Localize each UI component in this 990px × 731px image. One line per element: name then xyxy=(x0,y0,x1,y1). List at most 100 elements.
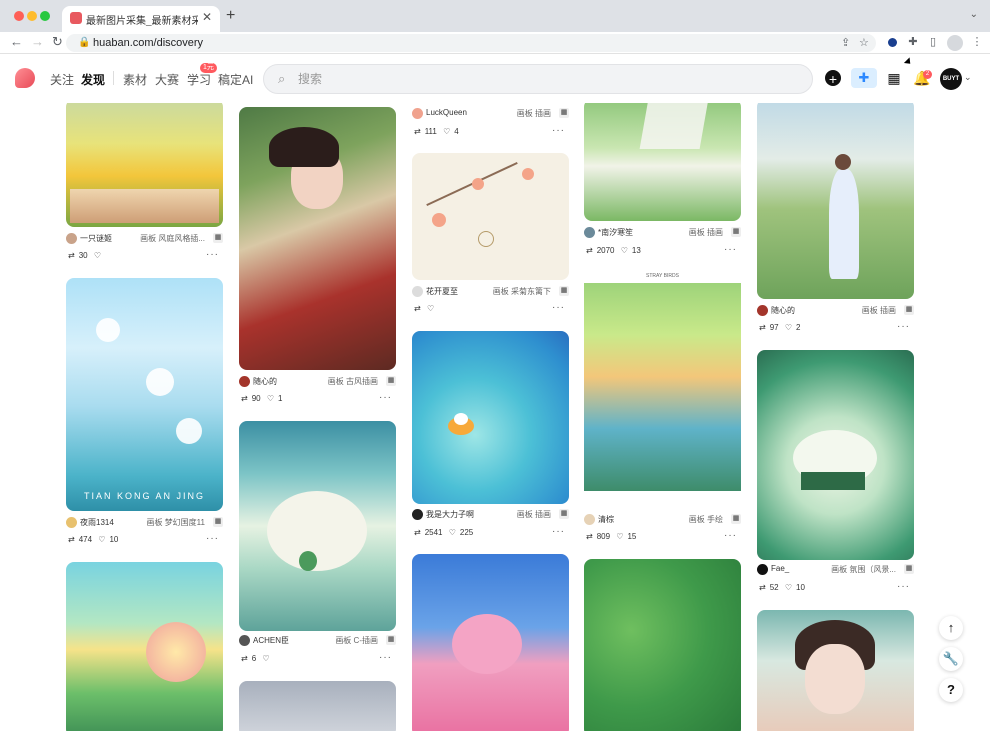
back-icon[interactable]: ← xyxy=(10,34,23,49)
help-question-icon[interactable]: ? xyxy=(939,678,963,702)
save-icon[interactable]: ⇄ xyxy=(241,654,248,663)
author-name[interactable]: 随心的 xyxy=(771,305,795,316)
author-avatar[interactable] xyxy=(412,509,423,520)
more-options-icon[interactable]: ··· xyxy=(379,652,392,663)
search-input[interactable] xyxy=(298,65,778,93)
forward-icon[interactable]: → xyxy=(31,34,44,49)
author-name[interactable]: Fae_ xyxy=(771,564,789,573)
pin-image-hillgirl[interactable] xyxy=(757,103,914,299)
more-options-icon[interactable]: ··· xyxy=(552,125,565,136)
pin-image-redgirl[interactable] xyxy=(239,107,396,370)
nav-discover[interactable]: 发现 xyxy=(81,71,105,88)
author-name[interactable]: 清棕 xyxy=(598,514,614,525)
search-bar[interactable]: ⌕ xyxy=(263,64,813,94)
board-name[interactable]: 画板 C-插画 xyxy=(335,635,378,646)
like-icon[interactable]: ♡ xyxy=(262,654,269,663)
more-options-icon[interactable]: ··· xyxy=(379,392,392,403)
close-tab-icon[interactable]: ✕ xyxy=(202,10,212,24)
board-name[interactable]: 画板 梦幻国度11 xyxy=(146,517,205,528)
board-icon[interactable]: ▦ xyxy=(559,286,569,296)
pin-image-blossom[interactable] xyxy=(412,153,569,280)
board-icon[interactable]: ▦ xyxy=(213,233,223,243)
nav-learn[interactable]: 学习 xyxy=(187,71,211,88)
board-name[interactable]: 画板 插画 xyxy=(517,108,551,119)
save-icon[interactable]: ⇄ xyxy=(586,532,593,541)
author-name[interactable]: LuckQueen xyxy=(426,108,467,117)
more-options-icon[interactable]: ··· xyxy=(206,249,219,260)
more-options-icon[interactable]: ··· xyxy=(724,530,737,541)
pin-image-branch[interactable] xyxy=(239,681,396,731)
author-avatar[interactable] xyxy=(757,564,768,575)
share-icon[interactable]: ⇪ xyxy=(841,36,850,49)
like-icon[interactable]: ♡ xyxy=(785,583,792,592)
pin-image-sunflower[interactable] xyxy=(66,103,223,227)
save-icon[interactable]: ⇄ xyxy=(414,127,421,136)
like-icon[interactable]: ♡ xyxy=(785,323,792,332)
board-name[interactable]: 画板 风庭风格插... xyxy=(140,233,205,244)
author-avatar[interactable] xyxy=(757,305,768,316)
board-icon[interactable]: ▦ xyxy=(731,514,741,524)
like-icon[interactable]: ♡ xyxy=(449,528,456,537)
board-name[interactable]: 画板 采菊东篱下 xyxy=(493,286,551,297)
author-avatar[interactable] xyxy=(412,286,423,297)
save-icon[interactable]: ⇄ xyxy=(68,535,75,544)
like-icon[interactable]: ♡ xyxy=(94,251,101,260)
more-options-icon[interactable]: ··· xyxy=(206,533,219,544)
sidepanel-icon[interactable]: ▯ xyxy=(926,35,940,49)
chrome-menu-icon[interactable]: ⋮ xyxy=(970,35,984,49)
board-icon[interactable]: ▦ xyxy=(386,376,396,386)
pin-image-leaves[interactable] xyxy=(584,559,741,731)
author-avatar[interactable] xyxy=(66,517,77,528)
avatar[interactable]: BUYT xyxy=(940,68,962,90)
save-icon[interactable]: ⇄ xyxy=(586,246,593,255)
save-icon[interactable]: ⇄ xyxy=(759,583,766,592)
pin-image-portrait[interactable] xyxy=(757,610,914,731)
new-tab-button[interactable]: + xyxy=(226,7,235,25)
author-avatar[interactable] xyxy=(412,108,423,119)
like-icon[interactable]: ♡ xyxy=(616,532,623,541)
nav-follow[interactable]: 关注 xyxy=(50,71,74,88)
pin-image-cloudisland[interactable] xyxy=(239,421,396,631)
author-name[interactable]: 一只谜姬 xyxy=(80,233,112,244)
huaban-logo-icon[interactable] xyxy=(15,68,35,88)
tab-search-icon[interactable]: ⌄ xyxy=(970,9,978,20)
more-options-icon[interactable]: ··· xyxy=(897,581,910,592)
board-icon[interactable]: ▦ xyxy=(904,305,914,315)
save-icon[interactable]: ⇄ xyxy=(759,323,766,332)
author-name[interactable]: *南汐寒笙 xyxy=(598,227,633,238)
chevron-down-icon[interactable]: ⌄ xyxy=(964,72,972,83)
back-to-top-button[interactable]: ↑ xyxy=(939,616,963,640)
author-name[interactable]: 夜雨1314 xyxy=(80,517,114,528)
save-icon[interactable]: ⇄ xyxy=(241,394,248,403)
browser-tab[interactable]: 最新图片采集_最新素材采集-花瓣 ✕ xyxy=(62,6,220,32)
more-options-icon[interactable]: ··· xyxy=(552,526,565,537)
plugin-puzzle-icon[interactable]: ✚ xyxy=(851,68,877,88)
tools-wrench-icon[interactable]: 🔧 xyxy=(939,647,963,671)
board-icon[interactable]: ▦ xyxy=(386,635,396,645)
minimize-window-button[interactable] xyxy=(27,11,37,21)
board-name[interactable]: 画板 氛围（风景... xyxy=(831,564,896,575)
author-avatar[interactable] xyxy=(239,635,250,646)
nav-gaoding-ai[interactable]: 稿定AI xyxy=(218,71,253,88)
nav-contest[interactable]: 大赛 xyxy=(155,71,179,88)
author-name[interactable]: ACHEN臣 xyxy=(253,635,289,646)
reload-icon[interactable]: ↻ xyxy=(52,34,63,50)
pin-image-cloudhouse[interactable] xyxy=(757,350,914,560)
bookmark-star-icon[interactable]: ☆ xyxy=(859,36,869,49)
pin-image-meadow[interactable] xyxy=(584,103,741,221)
board-name[interactable]: 画板 手绘 xyxy=(689,514,723,525)
author-avatar[interactable] xyxy=(584,227,595,238)
nav-material[interactable]: 素材 xyxy=(123,71,147,88)
board-name[interactable]: 画板 插画 xyxy=(862,305,896,316)
save-icon[interactable]: ⇄ xyxy=(68,251,75,260)
pin-image-pond[interactable] xyxy=(412,331,569,504)
like-icon[interactable]: ♡ xyxy=(443,127,450,136)
author-avatar[interactable] xyxy=(66,233,77,244)
pin-image-city[interactable] xyxy=(66,562,223,731)
board-name[interactable]: 画板 古风插画 xyxy=(328,376,378,387)
like-icon[interactable]: ♡ xyxy=(98,535,105,544)
extensions-puzzle-icon[interactable]: ✚ xyxy=(906,35,920,49)
profile-icon[interactable] xyxy=(947,35,963,51)
author-name[interactable]: 花开夏至 xyxy=(426,286,458,297)
author-name[interactable]: 我是大力子啊 xyxy=(426,509,474,520)
